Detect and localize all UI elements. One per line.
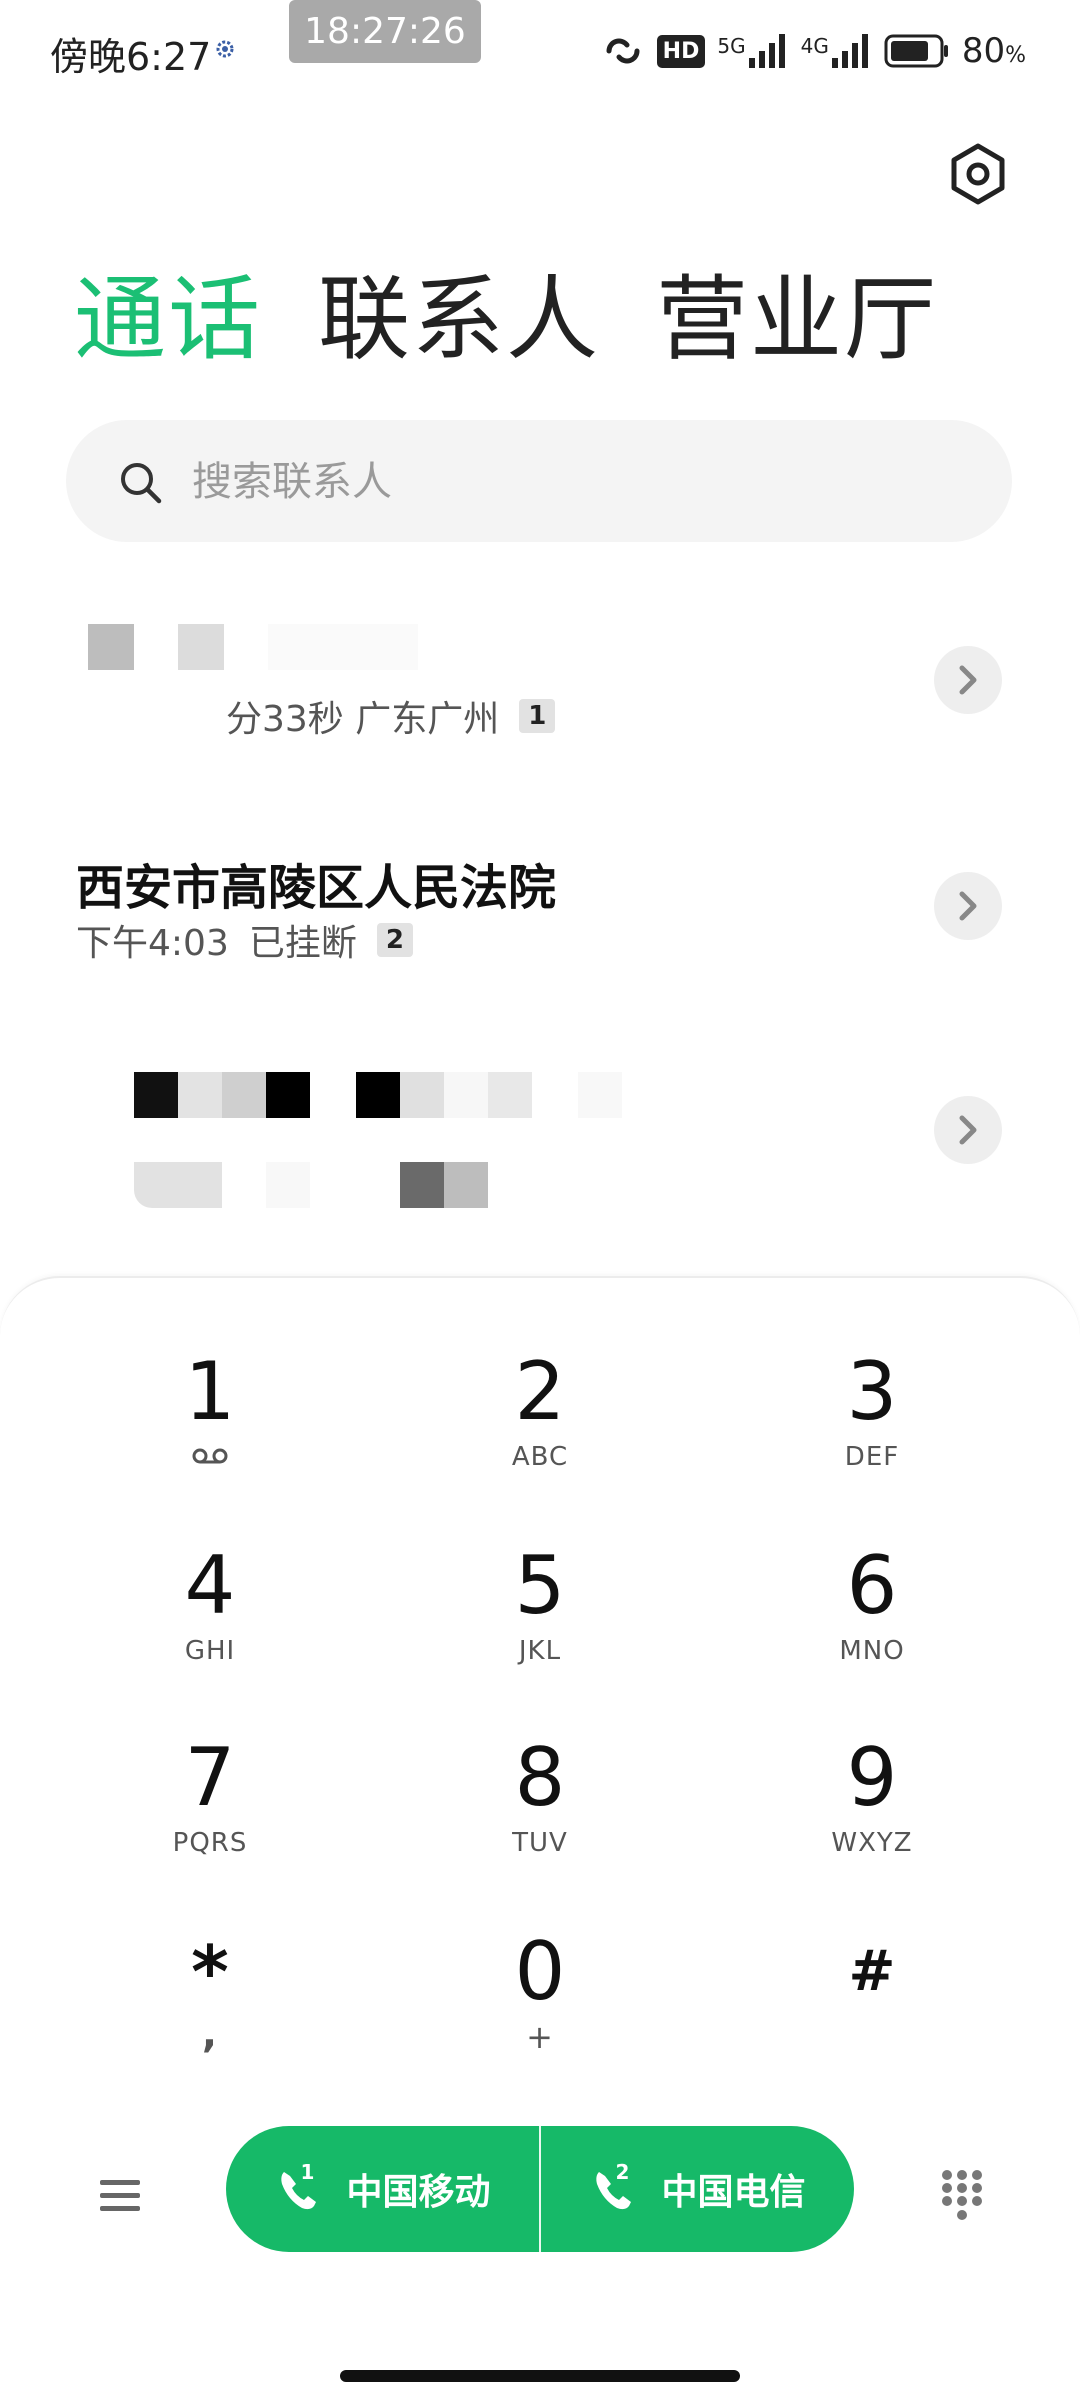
key-digit: 6	[846, 1539, 898, 1632]
dialer-screen: 傍晚6:27 18:27:26 HD 5G 4G 80% 通话 联系人 营业厅 …	[0, 0, 1080, 2400]
phone-icon: 1	[274, 2160, 324, 2214]
tab-bar: 通话 联系人 营业厅	[74, 260, 938, 380]
key-letters: GHI	[184, 1636, 236, 1666]
key-letters: ABC	[511, 1442, 569, 1472]
call-time: 下午4:03	[76, 923, 229, 964]
call-status: 已挂断	[248, 923, 357, 964]
redacted-name	[134, 1072, 634, 1118]
key-letters: TUV	[512, 1828, 568, 1858]
dial-key-6[interactable]: 6 MNO	[752, 1538, 992, 1708]
key-digit: 0	[514, 1925, 566, 2018]
call-details-button[interactable]	[934, 646, 1002, 714]
key-letters: MNO	[839, 1636, 905, 1666]
key-digit: 9	[846, 1731, 898, 1824]
search-input[interactable]	[190, 448, 954, 516]
call-details: 分33秒 广东广州	[226, 699, 500, 740]
dial-key-hash[interactable]: #	[752, 1924, 992, 2094]
key-digit: #	[848, 1939, 896, 2004]
call-log-item[interactable]	[0, 1050, 1080, 1250]
signal-4g: 4G	[801, 34, 872, 68]
dial-key-8[interactable]: 8 TUV	[420, 1730, 660, 1900]
tab-service-hall[interactable]: 营业厅	[656, 260, 938, 380]
call-log-item[interactable]: 分33秒 广东广州 1	[0, 600, 1080, 800]
status-time: 傍晚6:27	[50, 35, 212, 79]
call-sim2-button[interactable]: 2 中国电信	[541, 2126, 854, 2252]
link-icon	[606, 38, 640, 64]
key-letters: +	[526, 2018, 554, 2056]
search-icon	[121, 463, 162, 504]
clock-overlay: 18:27:26	[289, 0, 481, 63]
key-letters: ,	[201, 2011, 219, 2057]
key-digit: 8	[514, 1731, 566, 1824]
call-count-badge: 1	[519, 699, 556, 733]
carrier-label: 中国移动	[346, 2172, 491, 2213]
key-digit: 5	[514, 1539, 566, 1632]
key-digit: 4	[184, 1539, 236, 1632]
gear-icon	[216, 40, 234, 58]
phone-icon: 2	[589, 2160, 639, 2214]
dial-key-5[interactable]: 5 JKL	[420, 1538, 660, 1708]
voicemail-icon	[192, 1448, 228, 1464]
signal-bars-icon	[831, 34, 868, 68]
dial-key-9[interactable]: 9 WXYZ	[752, 1730, 992, 1900]
menu-icon	[100, 2180, 140, 2211]
chevron-right-icon	[959, 891, 977, 921]
key-letters: WXYZ	[831, 1828, 913, 1858]
dial-key-7[interactable]: 7 PQRS	[90, 1730, 330, 1900]
battery-percent: 80%	[961, 31, 1026, 71]
status-icons: HD 5G 4G 80%	[601, 28, 1026, 74]
call-details-button[interactable]	[934, 872, 1002, 940]
key-digit: 7	[184, 1731, 236, 1824]
tab-calls[interactable]: 通话	[74, 260, 262, 380]
home-indicator[interactable]	[340, 2370, 740, 2382]
call-buttons: 1 中国移动 2 中国电信	[226, 2126, 854, 2252]
key-digit: *	[191, 1930, 229, 2014]
key-digit: 1	[184, 1345, 236, 1438]
key-digit: 3	[846, 1345, 898, 1438]
call-name: 西安市高陵区人民法院	[76, 860, 557, 916]
settings-button[interactable]	[946, 142, 1010, 206]
dial-key-3[interactable]: 3 DEF	[752, 1344, 992, 1514]
dial-key-0[interactable]: 0 +	[420, 1924, 660, 2094]
signal-bars-icon	[748, 34, 785, 68]
carrier-label: 中国电信	[661, 2172, 806, 2213]
call-sim1-button[interactable]: 1 中国移动	[226, 2126, 539, 2252]
redacted-name	[88, 624, 418, 670]
search-bar[interactable]	[66, 420, 1012, 542]
status-bar: 傍晚6:27 18:27:26 HD 5G 4G 80%	[0, 0, 1080, 110]
toggle-keypad-button[interactable]	[940, 2168, 984, 2222]
signal-5g: 5G	[717, 34, 788, 68]
gear-icon	[951, 143, 1005, 205]
call-count-badge: 2	[376, 923, 413, 957]
keypad-icon	[942, 2170, 982, 2220]
redacted-details	[134, 1162, 494, 1208]
tab-contacts[interactable]: 联系人	[318, 260, 600, 380]
chevron-right-icon	[959, 1115, 977, 1145]
battery-icon	[884, 34, 948, 68]
dial-key-1[interactable]: 1	[90, 1344, 330, 1514]
key-letters: JKL	[518, 1636, 562, 1666]
dial-key-4[interactable]: 4 GHI	[90, 1538, 330, 1708]
call-meta: 分33秒 广东广州 1	[76, 690, 556, 742]
call-meta: 下午4:03 已挂断 2	[76, 914, 413, 966]
call-details-button[interactable]	[934, 1096, 1002, 1164]
hd-badge: HD	[656, 34, 706, 68]
call-log-item[interactable]: 西安市高陵区人民法院 下午4:03 已挂断 2	[0, 826, 1080, 1026]
key-letters: DEF	[844, 1442, 900, 1472]
dial-key-star[interactable]: * ,	[90, 1924, 330, 2094]
chevron-right-icon	[959, 665, 977, 695]
key-letters: PQRS	[172, 1828, 248, 1858]
dial-key-2[interactable]: 2 ABC	[420, 1344, 660, 1514]
menu-button[interactable]	[96, 2172, 144, 2220]
key-digit: 2	[514, 1345, 566, 1438]
